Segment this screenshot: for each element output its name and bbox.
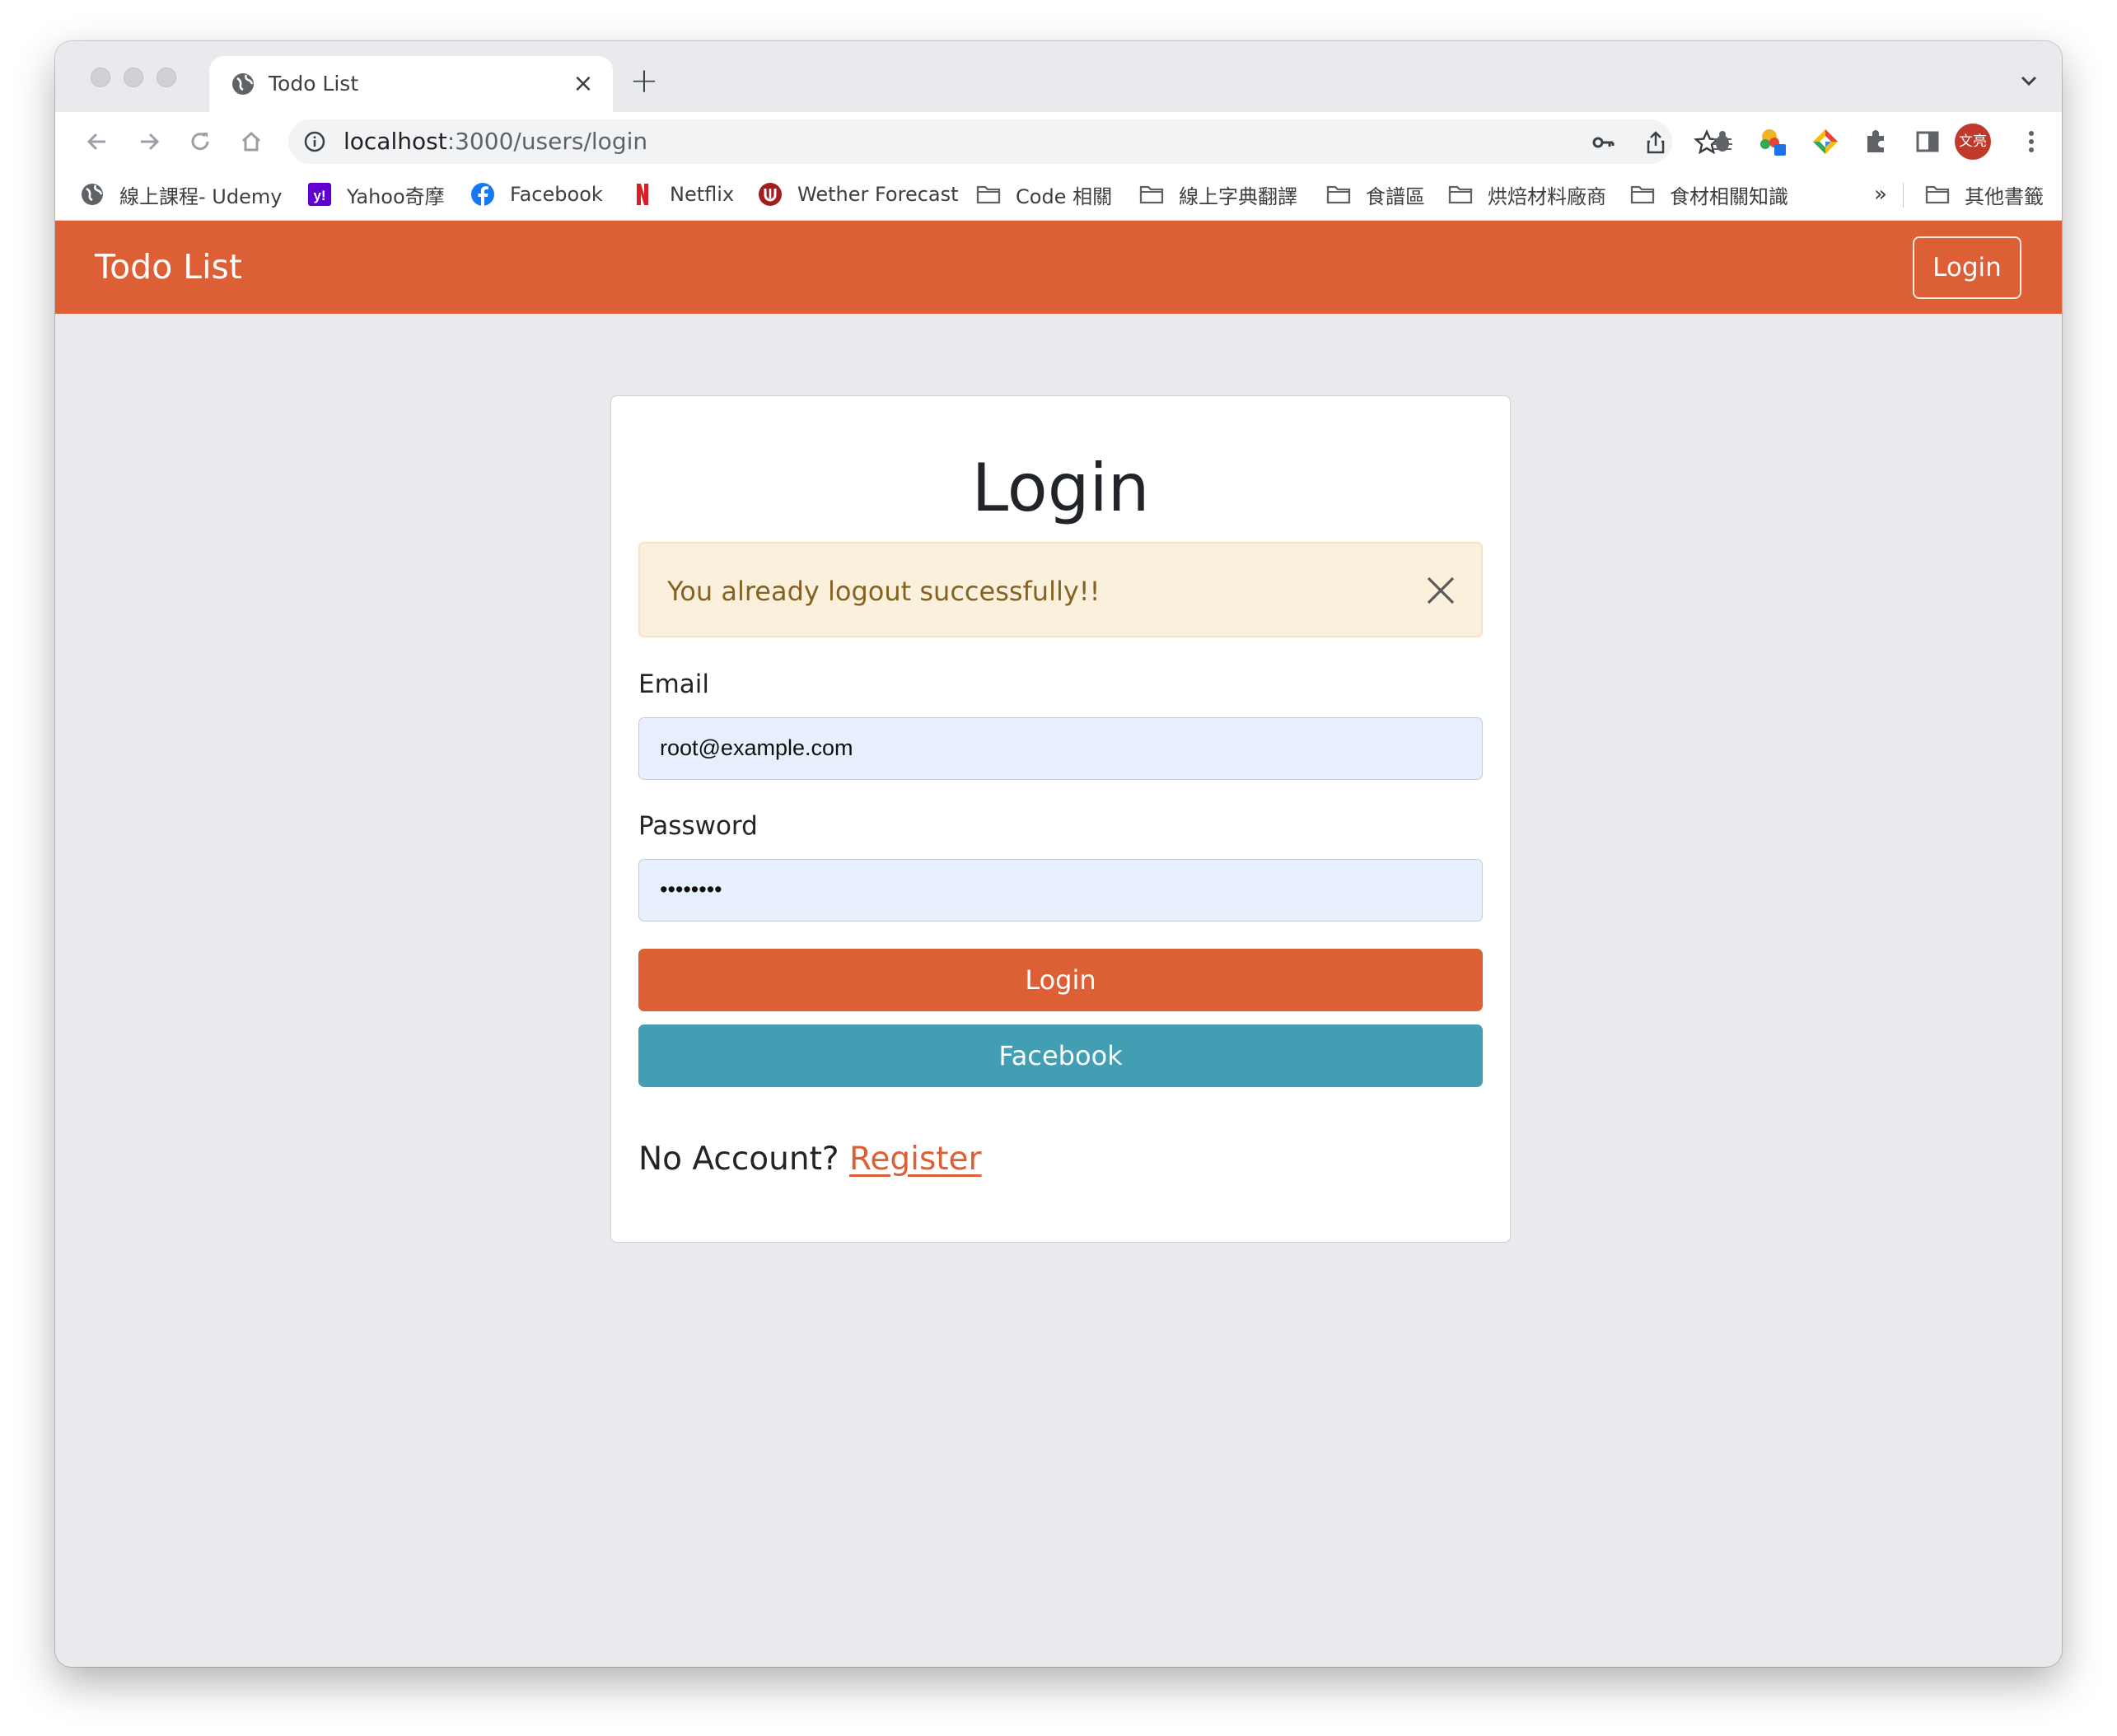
folder-icon [1630, 185, 1655, 204]
bookmark-facebook[interactable]: Facebook [470, 180, 603, 209]
bookmark-label: 食譜區 [1366, 184, 1425, 208]
site-navbar: Todo List Login [55, 221, 2062, 314]
address-bar[interactable]: localhost:3000/users/login [288, 119, 1720, 164]
login-card: Login You already logout successfully!! … [610, 395, 1511, 1243]
info-icon[interactable] [303, 130, 326, 153]
alert-message: You already logout successfully!! [667, 576, 1101, 607]
bookmark-folder-ingredients[interactable]: 食材相關知識 [1630, 180, 1788, 209]
globe-icon [232, 73, 254, 95]
svg-text:y!: y! [313, 188, 325, 203]
web-page: Todo List Login Login You already logout… [55, 221, 2062, 1667]
more-menu-icon[interactable] [2016, 126, 2047, 157]
navbar-login-button[interactable]: Login [1913, 236, 2021, 299]
home-icon[interactable] [236, 127, 266, 156]
weather-icon [759, 183, 782, 206]
bookmark-label: 其他書籤 [1965, 184, 2044, 208]
bookmark-netflix[interactable]: Netflix [630, 180, 734, 209]
bookmark-label: Wether Forecast [797, 183, 959, 206]
forward-icon[interactable] [134, 127, 164, 156]
bookmark-weather[interactable]: Wether Forecast [758, 180, 959, 209]
bookmarks-divider [1903, 183, 1904, 208]
bookmark-other-bookmarks[interactable]: 其他書籤 [1925, 180, 2044, 209]
bookmark-label: Yahoo奇摩 [347, 184, 445, 208]
folder-icon [976, 185, 1001, 204]
url-text[interactable]: localhost:3000/users/login [343, 128, 647, 156]
chevron-down-icon[interactable] [2014, 66, 2044, 96]
bookmark-label: Facebook [510, 183, 603, 206]
bookmarks-overflow-button[interactable]: » [1874, 180, 1887, 209]
globe-icon [82, 184, 103, 205]
key-icon[interactable] [1590, 129, 1616, 156]
email-label: Email [638, 670, 710, 699]
profile-avatar[interactable]: 文亮 [1955, 124, 1991, 160]
close-window-button[interactable] [91, 68, 110, 87]
new-tab-button[interactable]: + [627, 63, 661, 99]
facebook-login-button[interactable]: Facebook [638, 1024, 1483, 1087]
tab-strip: Todo List × + [55, 41, 2062, 112]
bookmark-label: 線上字典翻譯 [1179, 184, 1297, 208]
tab-title: Todo List [269, 72, 359, 96]
logout-alert: You already logout successfully!! [638, 542, 1483, 637]
url-host: localhost [343, 128, 447, 155]
browser-toolbar: localhost:3000/users/login 文亮 [55, 112, 2062, 170]
puzzle-icon[interactable] [1861, 126, 1892, 157]
yahoo-icon: y! [308, 183, 331, 206]
no-account-text: No Account? [638, 1141, 839, 1178]
password-field[interactable]: •••••••• [638, 859, 1483, 922]
folder-icon [1448, 185, 1473, 204]
login-button[interactable]: Login [638, 949, 1483, 1011]
folder-icon [1326, 185, 1351, 204]
zoom-window-button[interactable] [157, 68, 176, 87]
bookmark-label: 食材相關知識 [1670, 184, 1788, 208]
browser-window: Todo List × + localhost:3000/users/login… [55, 41, 2062, 1667]
netflix-icon [637, 184, 648, 205]
navbar-brand[interactable]: Todo List [95, 245, 242, 288]
bookmarks-bar: 線上課程- Udemy y! Yahoo奇摩 Facebook Netflix [55, 170, 2062, 221]
bookmark-label: Netflix [670, 183, 735, 206]
bookmark-label: 線上課程- Udemy [119, 184, 283, 208]
folder-icon [1925, 185, 1950, 204]
bookmark-label: 烘焙材料廠商 [1488, 184, 1606, 208]
tab-todo-list[interactable]: Todo List × [209, 56, 613, 112]
bug-extension-icon[interactable] [1707, 126, 1738, 157]
email-field[interactable]: root@example.com [638, 717, 1483, 780]
bookmark-yahoo[interactable]: y! Yahoo奇摩 [307, 180, 445, 209]
close-icon[interactable] [1425, 575, 1456, 606]
facebook-icon [471, 183, 494, 206]
close-tab-icon[interactable]: × [568, 69, 598, 99]
share-icon[interactable] [1643, 129, 1669, 156]
register-prompt: No Account? Register [638, 1139, 982, 1180]
bookmark-folder-baking-suppliers[interactable]: 烘焙材料廠商 [1448, 180, 1606, 209]
bookmark-folder-code[interactable]: Code 相關 [976, 180, 1112, 209]
color-extension-icon[interactable] [1758, 126, 1789, 157]
password-label: Password [638, 811, 758, 841]
register-link[interactable]: Register [849, 1141, 982, 1178]
url-path: :3000/users/login [446, 128, 648, 155]
folder-icon [1139, 185, 1164, 204]
bookmark-udemy[interactable]: 線上課程- Udemy [80, 180, 282, 209]
side-panel-icon[interactable] [1912, 126, 1943, 157]
page-title: Login [971, 450, 1150, 526]
bookmark-folder-recipes[interactable]: 食譜區 [1326, 180, 1425, 209]
back-icon[interactable] [82, 127, 112, 156]
diamond-extension-icon[interactable] [1810, 126, 1841, 157]
minimize-window-button[interactable] [124, 68, 143, 87]
reload-icon[interactable] [185, 127, 215, 156]
bookmark-label: Code 相關 [1016, 184, 1113, 208]
bookmark-folder-dictionary[interactable]: 線上字典翻譯 [1139, 180, 1297, 209]
